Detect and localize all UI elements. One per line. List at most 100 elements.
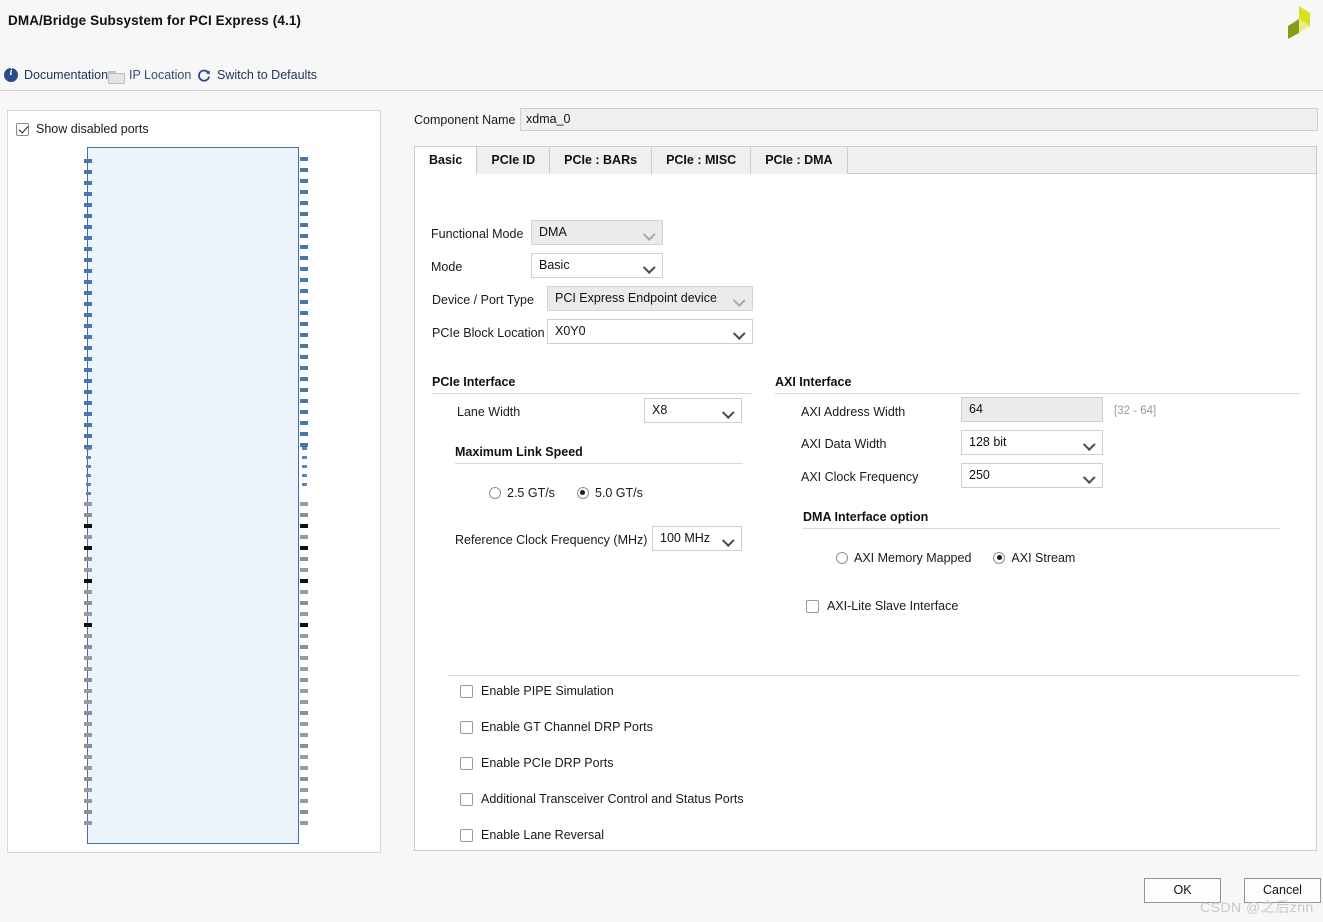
mode-label: Mode	[431, 260, 463, 274]
tab-strip: Basic PCIe ID PCIe : BARs PCIe : MISC PC…	[415, 147, 1316, 174]
bottom-options-rule	[448, 675, 1300, 676]
tab-pcie-id[interactable]: PCIe ID	[477, 147, 551, 174]
toolbar-label-ip-location: IP Location	[129, 68, 192, 82]
axi-interface-rule	[775, 393, 1300, 394]
axi-lite-slave-interface-checkbox[interactable]	[806, 599, 819, 613]
max-link-speed-rule	[455, 463, 743, 464]
axi-clock-frequency-select[interactable]: 250	[961, 463, 1103, 488]
dialog-footer: OK Cancel	[0, 860, 1323, 922]
axi-address-width-input[interactable]: 64	[961, 397, 1103, 422]
axi-data-width-label: AXI Data Width	[801, 437, 887, 451]
axi-interface-title: AXI Interface	[775, 375, 852, 389]
radio-5p0-gts-label: 5.0 GT/s	[594, 486, 643, 500]
dma-interface-option-rule	[803, 528, 1280, 529]
dialog-titlebar: DMA/Bridge Subsystem for PCI Express (4.…	[0, 0, 1323, 52]
axi-lite-slave-interface-label: AXI-Lite Slave Interface	[827, 599, 959, 613]
axi-address-width-hint: [32 - 64]	[1114, 405, 1157, 417]
pcie-interface-rule	[432, 393, 752, 394]
axi-data-width-value: 128 bit	[969, 435, 1007, 449]
mode-value: Basic	[539, 258, 570, 272]
toolbar-label-switch-to-defaults: Switch to Defaults	[217, 68, 318, 82]
lane-width-value: X8	[652, 403, 668, 417]
tab-pcie-dma[interactable]: PCIe : DMA	[751, 147, 848, 174]
lane-width-select[interactable]: X8	[644, 398, 742, 423]
lane-width-label: Lane Width	[457, 405, 521, 419]
tab-basic[interactable]: Basic	[415, 147, 478, 174]
axi-lite-slave-interface-row[interactable]: AXI-Lite Slave Interface	[806, 599, 958, 613]
enable-pipe-simulation-row[interactable]: Enable PIPE Simulation	[460, 684, 614, 698]
radio-axi-memory-mapped[interactable]	[836, 552, 848, 564]
ok-button[interactable]: OK	[1144, 878, 1221, 903]
chevron-down-icon	[735, 296, 744, 305]
enable-gt-channel-drp-ports-row[interactable]: Enable GT Channel DRP Ports	[460, 720, 653, 734]
additional-transceiver-ports-row[interactable]: Additional Transceiver Control and Statu…	[460, 792, 744, 806]
component-name-row: Component Name xdma_0	[413, 108, 1318, 134]
show-disabled-ports-row[interactable]: Show disabled ports	[16, 120, 149, 138]
ip-symbol-panel: Show disabled ports	[7, 110, 381, 853]
tab-container: Basic PCIe ID PCIe : BARs PCIe : MISC PC…	[414, 146, 1317, 851]
reference-clock-label: Reference Clock Frequency (MHz)	[455, 533, 648, 547]
enable-lane-reversal-row[interactable]: Enable Lane Reversal	[460, 828, 604, 842]
component-name-label: Component Name	[414, 113, 516, 127]
functional-mode-label: Functional Mode	[431, 227, 524, 241]
cancel-button[interactable]: Cancel	[1244, 878, 1321, 903]
pcie-interface-title: PCIe Interface	[432, 375, 516, 389]
ip-block-ports	[84, 157, 308, 825]
dma-interface-option-title: DMA Interface option	[803, 510, 929, 524]
mode-select[interactable]: Basic	[531, 253, 663, 278]
component-name-input[interactable]: xdma_0	[520, 108, 1318, 131]
radio-2p5-gts-label: 2.5 GT/s	[507, 486, 555, 500]
axi-data-width-select[interactable]: 128 bit	[961, 430, 1103, 455]
enable-gt-channel-drp-ports-label: Enable GT Channel DRP Ports	[481, 720, 653, 734]
radio-5p0-gts[interactable]	[576, 487, 589, 499]
axi-clock-frequency-value: 250	[969, 468, 990, 482]
radio-axi-memory-mapped-label: AXI Memory Mapped	[854, 551, 972, 565]
toolbar-item-ip-location[interactable]: IP Location	[108, 65, 191, 85]
radio-axi-stream[interactable]	[993, 552, 1006, 564]
chevron-down-icon	[735, 329, 744, 338]
dma-interface-radio-group: AXI Memory Mapped AXI Stream	[836, 551, 1075, 565]
enable-gt-channel-drp-ports-checkbox[interactable]	[460, 720, 473, 734]
chevron-down-icon	[1085, 473, 1094, 482]
toolbar-item-switch-to-defaults[interactable]: Switch to Defaults	[197, 65, 317, 85]
enable-pipe-simulation-checkbox[interactable]	[460, 684, 473, 698]
chevron-down-icon	[1085, 440, 1094, 449]
enable-pipe-simulation-label: Enable PIPE Simulation	[481, 684, 614, 698]
page-title: DMA/Bridge Subsystem for PCI Express (4.…	[8, 13, 302, 28]
additional-transceiver-ports-label: Additional Transceiver Control and Statu…	[481, 792, 744, 806]
toolbar-label-documentation: Documentation	[24, 68, 109, 82]
reference-clock-value: 100 MHz	[660, 531, 711, 545]
enable-pcie-drp-ports-row[interactable]: Enable PCIe DRP Ports	[460, 756, 613, 770]
functional-mode-select[interactable]: DMA	[531, 220, 663, 245]
device-port-type-value: PCI Express Endpoint device	[555, 291, 717, 305]
max-link-speed-title: Maximum Link Speed	[455, 445, 583, 459]
axi-clock-frequency-label: AXI Clock Frequency	[801, 470, 919, 484]
basic-tab-form: Functional Mode DMA Mode Basic Device / …	[415, 174, 1316, 850]
tab-pcie-bars[interactable]: PCIe : BARs	[550, 147, 653, 174]
chevron-down-icon	[724, 536, 733, 545]
functional-mode-value: DMA	[539, 225, 567, 239]
refresh-icon	[197, 69, 211, 83]
enable-lane-reversal-checkbox[interactable]	[460, 828, 473, 842]
dialog-toolbar: Documentation IP Location Switch to Defa…	[0, 52, 1323, 91]
info-icon	[4, 67, 18, 82]
reference-clock-select[interactable]: 100 MHz	[652, 526, 742, 551]
radio-2p5-gts[interactable]	[489, 487, 501, 499]
show-disabled-ports-label: Show disabled ports	[36, 122, 149, 136]
show-disabled-ports-checkbox[interactable]	[16, 122, 29, 136]
chevron-down-icon	[724, 408, 733, 417]
pcie-block-location-label: PCIe Block Location	[432, 326, 545, 340]
device-port-type-select[interactable]: PCI Express Endpoint device	[547, 286, 753, 311]
max-link-speed-radio-group: 2.5 GT/s 5.0 GT/s	[489, 486, 643, 500]
chevron-down-icon	[645, 230, 654, 239]
pcie-block-location-select[interactable]: X0Y0	[547, 319, 753, 344]
enable-lane-reversal-label: Enable Lane Reversal	[481, 828, 604, 842]
xilinx-logo-icon	[1288, 6, 1310, 39]
folder-icon	[108, 70, 125, 84]
enable-pcie-drp-ports-checkbox[interactable]	[460, 756, 473, 770]
tab-pcie-misc[interactable]: PCIe : MISC	[652, 147, 752, 174]
toolbar-item-documentation[interactable]: Documentation	[4, 65, 108, 85]
device-port-type-label: Device / Port Type	[432, 293, 534, 307]
enable-pcie-drp-ports-label: Enable PCIe DRP Ports	[481, 756, 614, 770]
additional-transceiver-ports-checkbox[interactable]	[460, 792, 473, 806]
